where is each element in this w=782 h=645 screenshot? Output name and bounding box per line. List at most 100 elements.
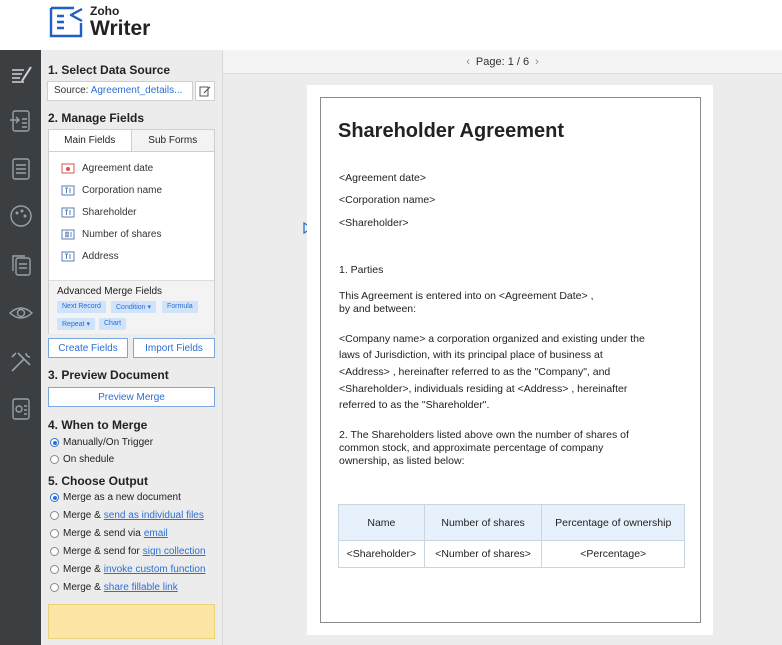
field-number-of-shares[interactable]: Number of shares: [61, 229, 161, 240]
output-link[interactable]: email: [144, 528, 168, 539]
shareholder-table: Name Number of shares Percentage of owne…: [338, 504, 685, 568]
field-label: Number of shares: [82, 229, 162, 240]
document-page: Shareholder Agreement <Agreement date> <…: [307, 85, 713, 635]
field-address[interactable]: Address: [61, 251, 119, 262]
field-label: Agreement date: [82, 163, 154, 174]
source-value[interactable]: Agreement_details...: [91, 85, 183, 96]
table-cell: <Shareholder>: [338, 540, 425, 568]
import-fields-button[interactable]: Import Fields: [133, 338, 215, 358]
field-shareholder[interactable]: Shareholder: [61, 207, 136, 218]
compose-icon[interactable]: [0, 52, 41, 98]
doc-field-shareholder: <Shareholder>: [339, 217, 409, 229]
output-label: Merge &: [63, 582, 101, 593]
import-icon[interactable]: [0, 98, 41, 144]
preview-merge-button[interactable]: Preview Merge: [48, 387, 215, 407]
output-link[interactable]: send as individual files: [104, 510, 204, 521]
field-label: Address: [82, 251, 119, 262]
output-fillable-link[interactable]: Merge & share fillable link: [50, 582, 178, 593]
mail-merge-panel: 1. Select Data Source Source: Agreement_…: [41, 50, 223, 645]
output-new-document[interactable]: Merge as a new document: [50, 492, 181, 503]
document-content[interactable]: Shareholder Agreement <Agreement date> <…: [320, 97, 701, 623]
output-individual-files[interactable]: Merge & send as individual files: [50, 510, 204, 521]
chip-repeat[interactable]: Repeat ▾: [57, 318, 96, 330]
table-row: <Shareholder> <Number of shares> <Percen…: [338, 540, 685, 568]
create-fields-button[interactable]: Create Fields: [48, 338, 128, 358]
output-label: Merge & send for: [63, 546, 140, 557]
radio-label: On shedule: [63, 454, 115, 465]
radio-icon: [50, 455, 59, 464]
field-label: Shareholder: [82, 207, 137, 218]
brand-top: Zoho: [90, 4, 120, 18]
output-link[interactable]: share fillable link: [104, 582, 178, 593]
preview-icon[interactable]: [0, 290, 41, 336]
field-label: Corporation name: [82, 185, 163, 196]
field-corporation-name[interactable]: Corporation name: [61, 185, 162, 196]
doc-title: Shareholder Agreement: [338, 120, 564, 142]
doc-paragraph-line: ownership, as listed below:: [339, 455, 465, 467]
radio-icon: [50, 583, 59, 592]
edit-source-button[interactable]: [195, 81, 215, 101]
doc-section-parties: 1. Parties: [339, 264, 384, 276]
table-cell: <Percentage>: [541, 540, 685, 568]
fields-box: Main Fields Sub Forms Agreement date Cor…: [48, 129, 215, 334]
step2-title: 2. Manage Fields: [48, 111, 145, 125]
text-field-icon: [61, 251, 75, 262]
doc-paragraph-line: <Shareholder>, individuals residing at <…: [339, 383, 628, 395]
advanced-merge-fields: Advanced Merge Fields Next Record Condit…: [49, 280, 214, 334]
radio-icon: [50, 511, 59, 520]
output-email[interactable]: Merge & send via email: [50, 528, 168, 539]
settings-icon[interactable]: [0, 386, 41, 432]
chip-chart[interactable]: Chart: [99, 318, 127, 330]
next-page-icon[interactable]: ›: [535, 56, 539, 68]
prev-page-icon[interactable]: ‹: [466, 56, 470, 68]
document-preview-area: ‹ Page: 1 / 6 › Shareholder Agreement <A…: [223, 50, 782, 645]
chip-condition[interactable]: Condition ▾: [111, 301, 157, 313]
output-sign-collection[interactable]: Merge & send for sign collection: [50, 546, 206, 557]
text-field-icon: [61, 207, 75, 218]
output-label: Merge &: [63, 564, 101, 575]
radio-manually[interactable]: Manually/On Trigger: [50, 437, 153, 448]
brand-name: Writer: [90, 17, 151, 40]
chip-formula[interactable]: Formula: [162, 301, 198, 313]
radio-on-schedule[interactable]: On shedule: [50, 454, 114, 465]
table-cell: <Number of shares>: [423, 540, 543, 568]
tools-icon[interactable]: [0, 339, 41, 385]
doc-field-agreement-date: <Agreement date>: [339, 172, 426, 184]
doc-paragraph-line: by and between:: [339, 303, 417, 315]
radio-selected-icon: [50, 493, 59, 502]
data-source-field[interactable]: Source: Agreement_details...: [47, 81, 193, 101]
chip-next-record[interactable]: Next Record: [57, 301, 106, 313]
tab-sub-forms[interactable]: Sub Forms: [131, 130, 214, 151]
output-link[interactable]: invoke custom function: [104, 564, 206, 575]
output-custom-function[interactable]: Merge & invoke custom function: [50, 564, 206, 575]
left-icon-rail: [0, 50, 41, 645]
radio-icon: [50, 529, 59, 538]
date-field-icon: [61, 163, 75, 174]
output-label: Merge & send via: [63, 528, 141, 539]
edit-icon: [199, 86, 211, 97]
text-field-icon: [61, 185, 75, 196]
output-link[interactable]: sign collection: [143, 546, 206, 557]
output-label: Merge as a new document: [63, 492, 181, 503]
table-header: Percentage of ownership: [541, 504, 685, 541]
document-icon[interactable]: [0, 146, 41, 192]
radio-selected-icon: [50, 438, 59, 447]
field-agreement-date[interactable]: Agreement date: [61, 163, 153, 174]
radio-label: Manually/On Trigger: [63, 437, 154, 448]
copy-icon[interactable]: [0, 242, 41, 288]
step4-title: 4. When to Merge: [48, 418, 148, 432]
step5-title: 5. Choose Output: [48, 474, 148, 488]
advanced-title: Advanced Merge Fields: [57, 286, 163, 297]
theme-icon[interactable]: [0, 193, 41, 239]
page-indicator: Page: 1 / 6: [475, 55, 530, 68]
doc-paragraph-line: <Address> , hereinafter referred to as t…: [339, 366, 611, 378]
source-label: Source:: [54, 85, 89, 96]
doc-paragraph-line: laws of Jurisdiction, with its principal…: [339, 349, 603, 361]
output-label: Merge &: [63, 510, 101, 521]
notice-box: [48, 604, 215, 639]
app-header: Zoho Writer: [0, 0, 782, 50]
table-header: Number of shares: [423, 504, 543, 541]
doc-field-corporation-name: <Corporation name>: [339, 194, 436, 206]
step1-title: 1. Select Data Source: [48, 63, 171, 77]
tab-main-fields[interactable]: Main Fields: [49, 130, 132, 151]
